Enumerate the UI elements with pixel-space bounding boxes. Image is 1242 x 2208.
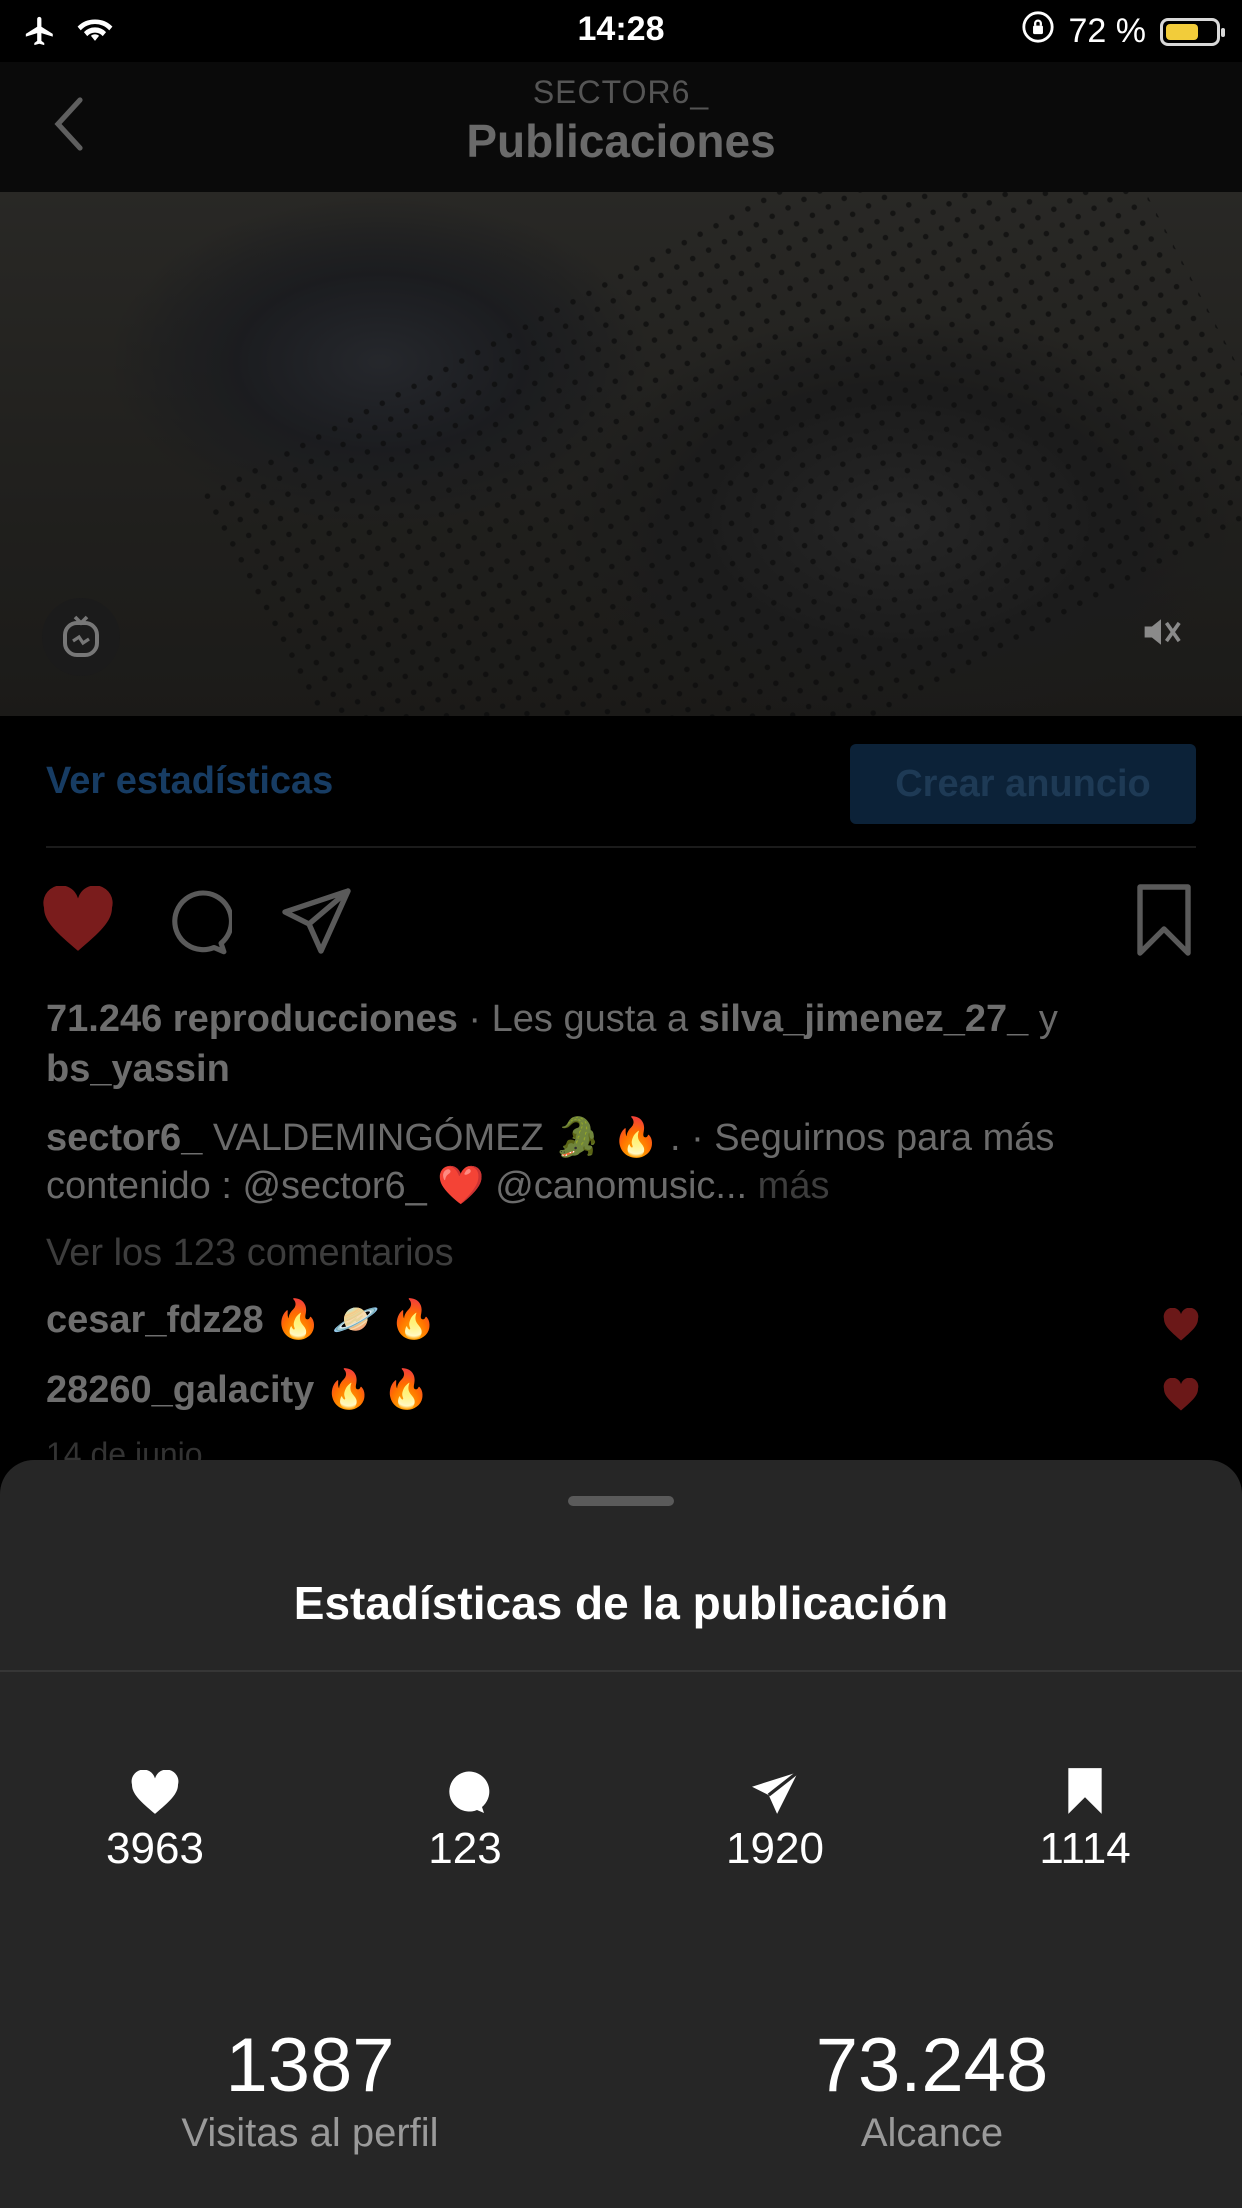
- caption: sector6_ VALDEMINGÓMEZ 🐊 🔥 . · Seguirnos…: [46, 1114, 1196, 1210]
- post-video[interactable]: [0, 192, 1242, 716]
- saves-count: 1114: [1039, 1824, 1131, 1873]
- saves-metric: 1114: [930, 1760, 1240, 1874]
- battery-icon: [1160, 17, 1225, 46]
- comment-like-icon[interactable]: [1162, 1307, 1200, 1347]
- comment-row: 28260_galacity 🔥 🔥: [46, 1368, 1196, 1412]
- comment-username[interactable]: 28260_galacity: [46, 1369, 314, 1411]
- liked-by-user[interactable]: bs_yassin: [46, 1048, 230, 1090]
- comment-icon: [310, 1760, 620, 1816]
- share-send-icon[interactable]: [282, 888, 354, 959]
- reach-metric: 73.248 Alcance: [622, 2022, 1242, 2156]
- comments-count: 123: [428, 1824, 502, 1873]
- view-comments-link[interactable]: Ver los 123 comentarios: [46, 1232, 1196, 1275]
- reach-label: Alcance: [860, 2111, 1004, 2155]
- heart-icon: [0, 1760, 310, 1816]
- reach-count: 73.248: [815, 2023, 1049, 2108]
- insights-sheet: Estadísticas de la publicación 3963 123 …: [0, 1460, 1242, 2208]
- igtv-icon[interactable]: [42, 598, 120, 676]
- share-send-icon: [620, 1760, 930, 1816]
- comment-row: cesar_fdz28 🔥 🪐 🔥: [46, 1298, 1196, 1342]
- view-insights-link[interactable]: Ver estadísticas: [46, 760, 333, 803]
- shares-metric: 1920: [620, 1760, 930, 1874]
- caption-username[interactable]: sector6_: [46, 1117, 202, 1159]
- battery-percent: 72 %: [1068, 12, 1147, 50]
- bookmark-icon[interactable]: [1132, 884, 1196, 961]
- comment-icon[interactable]: [162, 888, 234, 961]
- post-action-bar: [0, 880, 1242, 960]
- heart-filled-icon[interactable]: [40, 885, 116, 959]
- insights-row: Ver estadísticas Crear anuncio: [0, 716, 1242, 846]
- liked-by-user[interactable]: silva_jimenez_27_: [699, 998, 1029, 1040]
- likes-metric: 3963: [0, 1760, 310, 1874]
- bookmark-icon: [930, 1760, 1240, 1816]
- sheet-title: Estadísticas de la publicación: [293, 1577, 949, 1629]
- comment-text: 🔥 🪐 🔥: [274, 1299, 438, 1341]
- likes-count: 3963: [106, 1824, 204, 1873]
- divider: [46, 846, 1196, 848]
- profile-visits-count: 1387: [225, 2023, 395, 2108]
- comment-like-icon[interactable]: [1162, 1377, 1200, 1417]
- divider: [0, 1670, 1242, 1672]
- comment-text: 🔥 🔥: [324, 1369, 431, 1411]
- comment-username[interactable]: cesar_fdz28: [46, 1299, 264, 1341]
- likes-line: 71.246 reproducciones · Les gusta a silv…: [46, 998, 1058, 1090]
- caption-text: contenido : @sector6_ ❤️ @canomusic...: [46, 1165, 748, 1207]
- caption-text: VALDEMINGÓMEZ 🐊 🔥 . · Seguirnos para más: [212, 1117, 1055, 1159]
- header: SECTOR6_ Publicaciones: [0, 62, 1242, 192]
- sheet-drag-handle[interactable]: [568, 1496, 674, 1506]
- shares-count: 1920: [726, 1824, 824, 1873]
- account-name: SECTOR6_: [532, 74, 710, 110]
- rotation-lock-icon: [1021, 10, 1055, 53]
- create-ad-button[interactable]: Crear anuncio: [850, 744, 1196, 824]
- mute-icon[interactable]: [1138, 612, 1184, 657]
- profile-visits-metric: 1387 Visitas al perfil: [0, 2022, 620, 2156]
- status-bar: 14:28 72 %: [0, 0, 1242, 62]
- caption-more-link[interactable]: más: [758, 1165, 830, 1207]
- views-count: 71.246 reproducciones: [46, 998, 458, 1040]
- page-title: Publicaciones: [466, 115, 776, 167]
- comments-metric: 123: [310, 1760, 620, 1874]
- profile-visits-label: Visitas al perfil: [181, 2111, 439, 2155]
